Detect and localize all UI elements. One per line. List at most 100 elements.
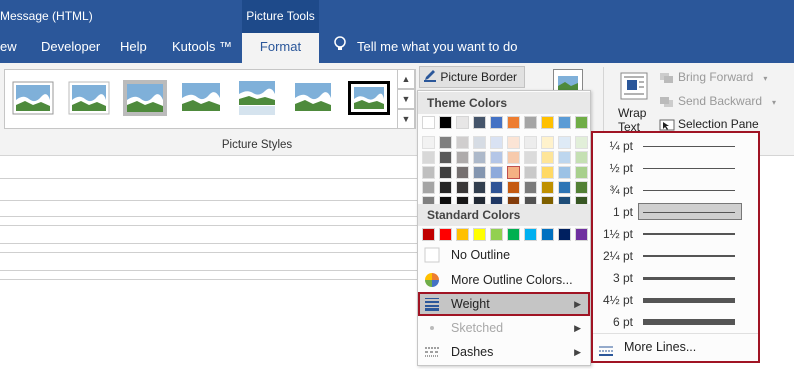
theme-color-swatch[interactable] bbox=[490, 151, 503, 164]
theme-color-swatch[interactable] bbox=[456, 116, 469, 129]
theme-color-swatch[interactable] bbox=[541, 151, 554, 164]
sketched-icon bbox=[424, 320, 440, 336]
line-weight-option[interactable]: 4½ pt bbox=[597, 289, 755, 311]
standard-color-swatch[interactable] bbox=[524, 228, 537, 241]
line-weight-option[interactable]: ¾ pt bbox=[597, 179, 755, 201]
theme-color-swatch[interactable] bbox=[507, 136, 520, 149]
standard-color-swatch[interactable] bbox=[490, 228, 503, 241]
picture-style-simple-frame[interactable] bbox=[11, 78, 55, 118]
standard-color-swatch[interactable] bbox=[473, 228, 486, 241]
theme-color-swatch[interactable] bbox=[456, 181, 469, 194]
line-weight-option[interactable]: 3 pt bbox=[597, 267, 755, 289]
theme-color-swatch[interactable] bbox=[524, 151, 537, 164]
theme-color-swatch[interactable] bbox=[575, 181, 588, 194]
theme-color-swatch[interactable] bbox=[507, 166, 520, 179]
line-weight-option[interactable]: 6 pt bbox=[597, 311, 755, 333]
picture-style-beveled[interactable] bbox=[67, 78, 111, 118]
theme-color-swatch[interactable] bbox=[456, 166, 469, 179]
line-weight-option[interactable]: 1½ pt bbox=[597, 223, 755, 245]
theme-color-swatch[interactable] bbox=[490, 166, 503, 179]
theme-color-swatch[interactable] bbox=[507, 181, 520, 194]
tab-developer[interactable]: Developer bbox=[41, 33, 100, 63]
theme-color-swatch[interactable] bbox=[558, 116, 571, 129]
standard-color-swatch[interactable] bbox=[422, 228, 435, 241]
wrap-text-button[interactable]: Wrap Text bbox=[618, 106, 646, 134]
standard-color-swatch[interactable] bbox=[439, 228, 452, 241]
tab-format[interactable]: Format bbox=[242, 33, 319, 63]
theme-color-swatch[interactable] bbox=[558, 166, 571, 179]
gallery-more-button[interactable]: ▼ bbox=[397, 109, 415, 129]
weight-item[interactable]: Weight ▶ bbox=[418, 292, 590, 316]
standard-colors-header: Standard Colors bbox=[418, 204, 590, 226]
theme-color-swatch[interactable] bbox=[473, 181, 486, 194]
picture-style-drop-shadow[interactable] bbox=[123, 78, 167, 118]
picture-border-button[interactable]: Picture Border ▾ bbox=[419, 66, 525, 104]
theme-color-swatch[interactable] bbox=[490, 136, 503, 149]
line-weight-option[interactable]: 2¼ pt bbox=[597, 245, 755, 267]
tell-me-box[interactable]: Tell me what you want to do bbox=[333, 33, 517, 63]
theme-color-swatch[interactable] bbox=[439, 136, 452, 149]
gallery-scroll-down-button[interactable]: ▼ bbox=[397, 89, 415, 109]
picture-style-rounded[interactable] bbox=[179, 78, 223, 118]
theme-color-swatch[interactable] bbox=[456, 136, 469, 149]
theme-color-swatch[interactable] bbox=[541, 136, 554, 149]
dashes-item[interactable]: Dashes ▶ bbox=[418, 340, 590, 364]
theme-color-swatch[interactable] bbox=[456, 151, 469, 164]
theme-color-swatch[interactable] bbox=[575, 151, 588, 164]
theme-color-swatch[interactable] bbox=[507, 116, 520, 129]
theme-color-swatch[interactable] bbox=[422, 116, 435, 129]
standard-color-swatch[interactable] bbox=[541, 228, 554, 241]
theme-color-swatch[interactable] bbox=[473, 136, 486, 149]
wrap-text-icon[interactable] bbox=[619, 71, 649, 101]
theme-color-swatch[interactable] bbox=[439, 151, 452, 164]
theme-color-swatch[interactable] bbox=[422, 181, 435, 194]
theme-color-swatch[interactable] bbox=[422, 136, 435, 149]
theme-color-swatch[interactable] bbox=[558, 151, 571, 164]
no-outline-item[interactable]: No Outline bbox=[418, 243, 590, 267]
theme-color-swatch[interactable] bbox=[439, 181, 452, 194]
theme-color-swatch[interactable] bbox=[422, 166, 435, 179]
theme-color-swatch[interactable] bbox=[473, 151, 486, 164]
theme-color-swatch[interactable] bbox=[541, 181, 554, 194]
theme-color-swatch[interactable] bbox=[473, 116, 486, 129]
theme-color-swatch[interactable] bbox=[575, 136, 588, 149]
picture-style-soft-edge[interactable] bbox=[291, 78, 335, 118]
theme-color-swatch[interactable] bbox=[558, 136, 571, 149]
line-weight-option[interactable]: ¼ pt bbox=[597, 135, 755, 157]
theme-color-swatch[interactable] bbox=[541, 116, 554, 129]
theme-color-swatch[interactable] bbox=[575, 116, 588, 129]
tab-view[interactable]: ew bbox=[0, 33, 17, 63]
theme-color-swatch[interactable] bbox=[422, 151, 435, 164]
theme-color-swatch[interactable] bbox=[439, 116, 452, 129]
standard-color-swatch[interactable] bbox=[507, 228, 520, 241]
message-body-area[interactable] bbox=[0, 157, 420, 369]
line-weight-option[interactable]: 1 pt bbox=[597, 201, 755, 223]
picture-style-reflected[interactable] bbox=[235, 78, 279, 118]
theme-color-swatch[interactable] bbox=[524, 136, 537, 149]
send-backward-button[interactable]: Send Backward ▾ bbox=[659, 94, 776, 108]
theme-color-swatch[interactable] bbox=[558, 181, 571, 194]
theme-color-swatch[interactable] bbox=[575, 166, 588, 179]
theme-color-swatch[interactable] bbox=[439, 166, 452, 179]
theme-color-swatch[interactable] bbox=[507, 151, 520, 164]
sketched-item[interactable]: Sketched ▶ bbox=[418, 316, 590, 340]
theme-color-swatch[interactable] bbox=[490, 181, 503, 194]
picture-style-thick-black-frame[interactable] bbox=[347, 78, 391, 118]
theme-color-swatch[interactable] bbox=[490, 116, 503, 129]
theme-color-swatch[interactable] bbox=[524, 166, 537, 179]
line-weight-option[interactable]: ½ pt bbox=[597, 157, 755, 179]
standard-color-swatch[interactable] bbox=[456, 228, 469, 241]
standard-color-swatch[interactable] bbox=[558, 228, 571, 241]
theme-color-swatch[interactable] bbox=[473, 166, 486, 179]
theme-color-swatch[interactable] bbox=[541, 166, 554, 179]
standard-color-swatch[interactable] bbox=[575, 228, 588, 241]
theme-color-swatch[interactable] bbox=[524, 181, 537, 194]
theme-color-swatch[interactable] bbox=[524, 116, 537, 129]
selection-pane-button[interactable]: Selection Pane bbox=[659, 117, 759, 131]
tab-help[interactable]: Help bbox=[120, 33, 147, 63]
more-outline-colors-item[interactable]: More Outline Colors... bbox=[418, 268, 590, 292]
more-lines-item[interactable]: More Lines... bbox=[593, 335, 758, 359]
tab-kutools[interactable]: Kutools ™ bbox=[172, 33, 232, 63]
gallery-scroll-up-button[interactable]: ▲ bbox=[397, 69, 415, 89]
bring-forward-button[interactable]: Bring Forward ▾ bbox=[659, 70, 767, 84]
